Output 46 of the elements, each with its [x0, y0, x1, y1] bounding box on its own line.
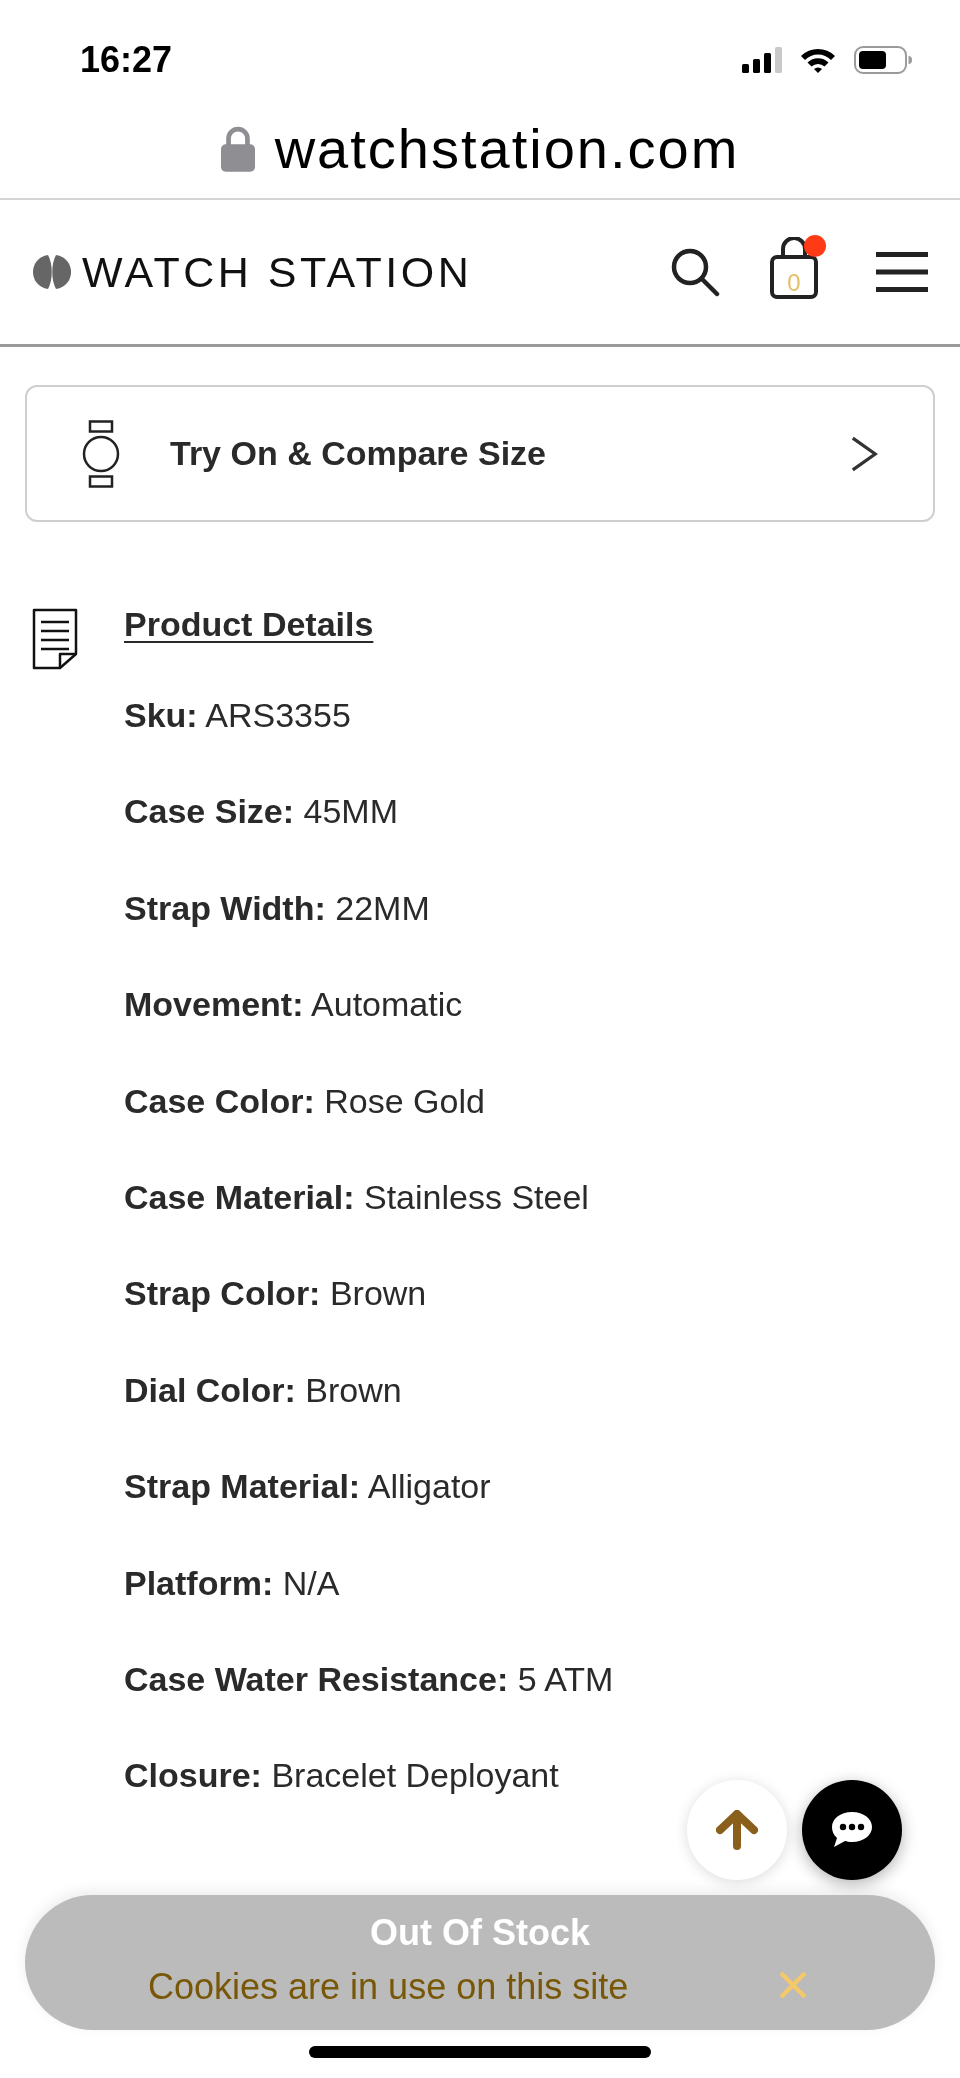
spec-value: 22MM — [335, 888, 430, 927]
try-on-button[interactable]: Try On & Compare Size — [25, 385, 935, 522]
spec-label: Movement: — [124, 985, 304, 1024]
spec-label: Closure: — [124, 1756, 262, 1795]
spec-value: Rose Gold — [324, 1081, 485, 1120]
spec-value: 45MM — [303, 792, 398, 831]
spec-value: Brown — [305, 1370, 402, 1409]
search-icon — [670, 247, 720, 297]
spec-label: Dial Color: — [124, 1370, 296, 1409]
spec-label: Case Material: — [124, 1177, 355, 1216]
arrow-up-icon — [716, 1810, 758, 1850]
spec-label: Strap Width: — [124, 888, 326, 927]
search-button[interactable] — [670, 247, 720, 297]
url-text[interactable]: watchstation.com — [274, 121, 740, 177]
spec-label: Strap Material: — [124, 1467, 361, 1506]
brand-name[interactable]: WATCH STATION — [82, 250, 473, 294]
spec-label: Strap Color: — [124, 1274, 321, 1313]
chat-button[interactable] — [802, 1780, 902, 1880]
lock-icon — [220, 126, 255, 172]
spec-label: Case Water Resistance: — [124, 1659, 509, 1698]
close-icon — [778, 1970, 808, 2000]
spec-label: Case Color: — [124, 1081, 315, 1120]
document-icon — [32, 608, 78, 670]
spec-value: Stainless Steel — [364, 1177, 589, 1216]
signal-icon — [742, 47, 782, 73]
spec-value: 5 ATM — [517, 1659, 614, 1698]
spec-value: N/A — [282, 1563, 340, 1602]
menu-icon — [876, 252, 928, 292]
spec-label: Platform: — [124, 1563, 274, 1602]
watch-icon — [82, 419, 120, 488]
cookie-notice-text: Cookies are in use on this site — [148, 1966, 629, 2008]
spec-value: Alligator — [367, 1467, 491, 1506]
spec-value: Automatic — [311, 985, 463, 1024]
status-time: 16:27 — [80, 39, 173, 81]
spec-value: Bracelet Deployant — [271, 1756, 559, 1795]
menu-button[interactable] — [876, 252, 928, 292]
spec-label: Case Size: — [124, 792, 295, 831]
logo-icon — [32, 254, 72, 290]
spec-value: ARS3355 — [205, 696, 351, 734]
product-details-link[interactable]: Product Details — [124, 604, 374, 644]
shopping-bag-icon — [770, 237, 818, 299]
battery-icon — [854, 46, 912, 74]
spec-value: Brown — [329, 1274, 427, 1313]
wifi-icon — [800, 47, 836, 73]
chat-bubble-icon — [830, 1810, 874, 1850]
spec-label: Sku: — [124, 696, 198, 734]
